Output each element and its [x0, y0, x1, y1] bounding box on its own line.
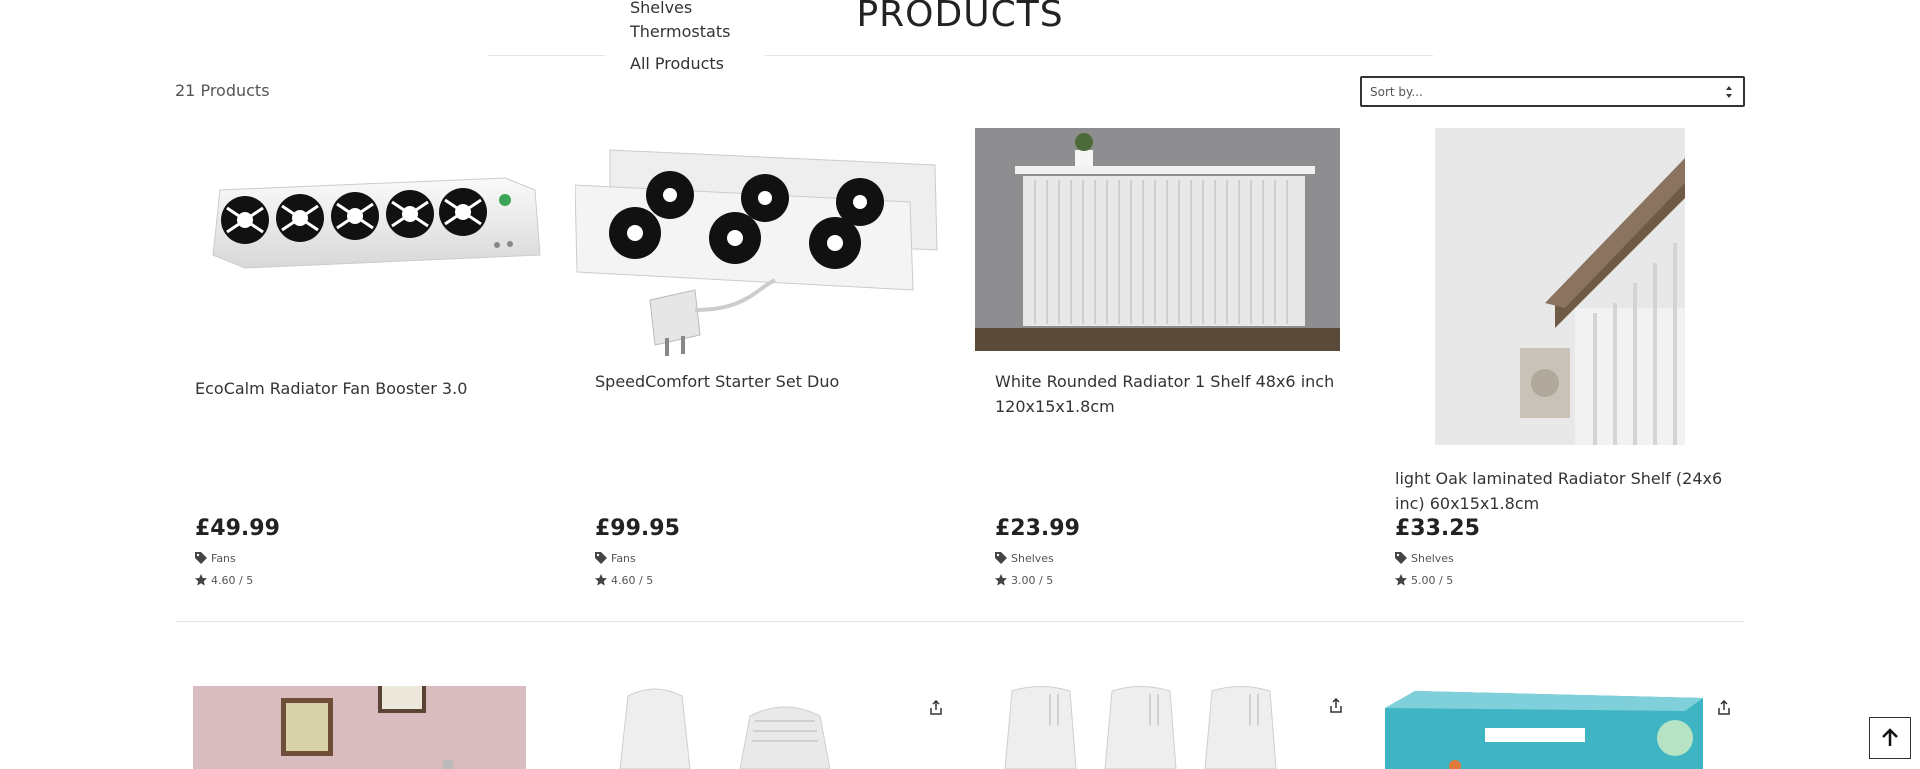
- star-icon: [995, 574, 1007, 586]
- product-rating: 4.60 / 5: [595, 574, 653, 587]
- radiator-fan-duo-image[interactable]: [575, 140, 940, 365]
- product-rating-value: 4.60 / 5: [611, 574, 654, 587]
- category-item-shelves[interactable]: Shelves: [630, 0, 692, 17]
- share-icon[interactable]: [1716, 700, 1732, 716]
- star-icon: [595, 574, 607, 586]
- kasa-thermostat-box-image[interactable]: [1385, 686, 1705, 769]
- product-name[interactable]: light Oak laminated Radiator Shelf (24x6…: [1395, 466, 1755, 516]
- product-rating: 3.00 / 5: [995, 574, 1053, 587]
- room-photo-image[interactable]: [193, 686, 526, 769]
- product-card[interactable]: EcoCalm Radiator Fan Booster 3.0 £49.99 …: [175, 120, 565, 600]
- select-arrows-icon: [1726, 86, 1732, 98]
- product-price: £23.99: [995, 516, 1080, 541]
- thermostat-heads-image[interactable]: [610, 686, 880, 769]
- product-count: 21 Products: [175, 81, 270, 100]
- tag-icon: [1395, 552, 1407, 564]
- share-icon[interactable]: [1328, 698, 1344, 714]
- product-category-label: Shelves: [1411, 552, 1454, 565]
- product-category[interactable]: Fans: [195, 552, 236, 565]
- sort-select[interactable]: Sort by...: [1360, 76, 1745, 107]
- product-category-label: Fans: [611, 552, 636, 565]
- tag-icon: [595, 552, 607, 564]
- product-name[interactable]: SpeedComfort Starter Set Duo: [595, 369, 955, 394]
- oak-radiator-shelf-image[interactable]: [1435, 128, 1685, 445]
- product-price: £99.95: [595, 516, 680, 541]
- star-icon: [1395, 574, 1407, 586]
- product-category[interactable]: Fans: [595, 552, 636, 565]
- white-radiator-shelf-image[interactable]: [975, 128, 1340, 351]
- thermostat-heads-three-image[interactable]: [1000, 686, 1310, 769]
- product-category-label: Fans: [211, 552, 236, 565]
- category-dropdown-menu: Shelves Thermostats All Products: [605, 0, 765, 80]
- product-name[interactable]: White Rounded Radiator 1 Shelf 48x6 inch…: [995, 369, 1355, 419]
- arrow-up-icon: [1882, 728, 1898, 746]
- share-icon[interactable]: [928, 700, 944, 716]
- product-price: £33.25: [1395, 516, 1480, 541]
- tag-icon: [995, 552, 1007, 564]
- sort-select-value: Sort by...: [1370, 85, 1423, 99]
- category-item-thermostats[interactable]: Thermostats: [630, 22, 730, 41]
- product-category-label: Shelves: [1011, 552, 1054, 565]
- product-rating-value: 3.00 / 5: [1011, 574, 1054, 587]
- product-card[interactable]: SpeedComfort Starter Set Duo £99.95 Fans…: [575, 120, 965, 600]
- page-title: PRODUCTS: [856, 0, 1064, 35]
- category-item-all-products[interactable]: All Products: [630, 54, 724, 73]
- product-rating: 4.60 / 5: [195, 574, 253, 587]
- tag-icon: [195, 552, 207, 564]
- product-price: £49.99: [195, 516, 280, 541]
- row-divider: [175, 621, 1745, 622]
- product-rating-value: 4.60 / 5: [211, 574, 254, 587]
- product-rating: 5.00 / 5: [1395, 574, 1453, 587]
- product-category[interactable]: Shelves: [1395, 552, 1454, 565]
- product-category[interactable]: Shelves: [995, 552, 1054, 565]
- product-card[interactable]: light Oak laminated Radiator Shelf (24x6…: [1375, 120, 1765, 600]
- product-card[interactable]: White Rounded Radiator 1 Shelf 48x6 inch…: [975, 120, 1365, 600]
- product-name[interactable]: EcoCalm Radiator Fan Booster 3.0: [195, 376, 555, 401]
- product-rating-value: 5.00 / 5: [1411, 574, 1454, 587]
- star-icon: [195, 574, 207, 586]
- back-to-top-button[interactable]: [1869, 717, 1911, 759]
- radiator-fan-booster-image[interactable]: [205, 160, 545, 280]
